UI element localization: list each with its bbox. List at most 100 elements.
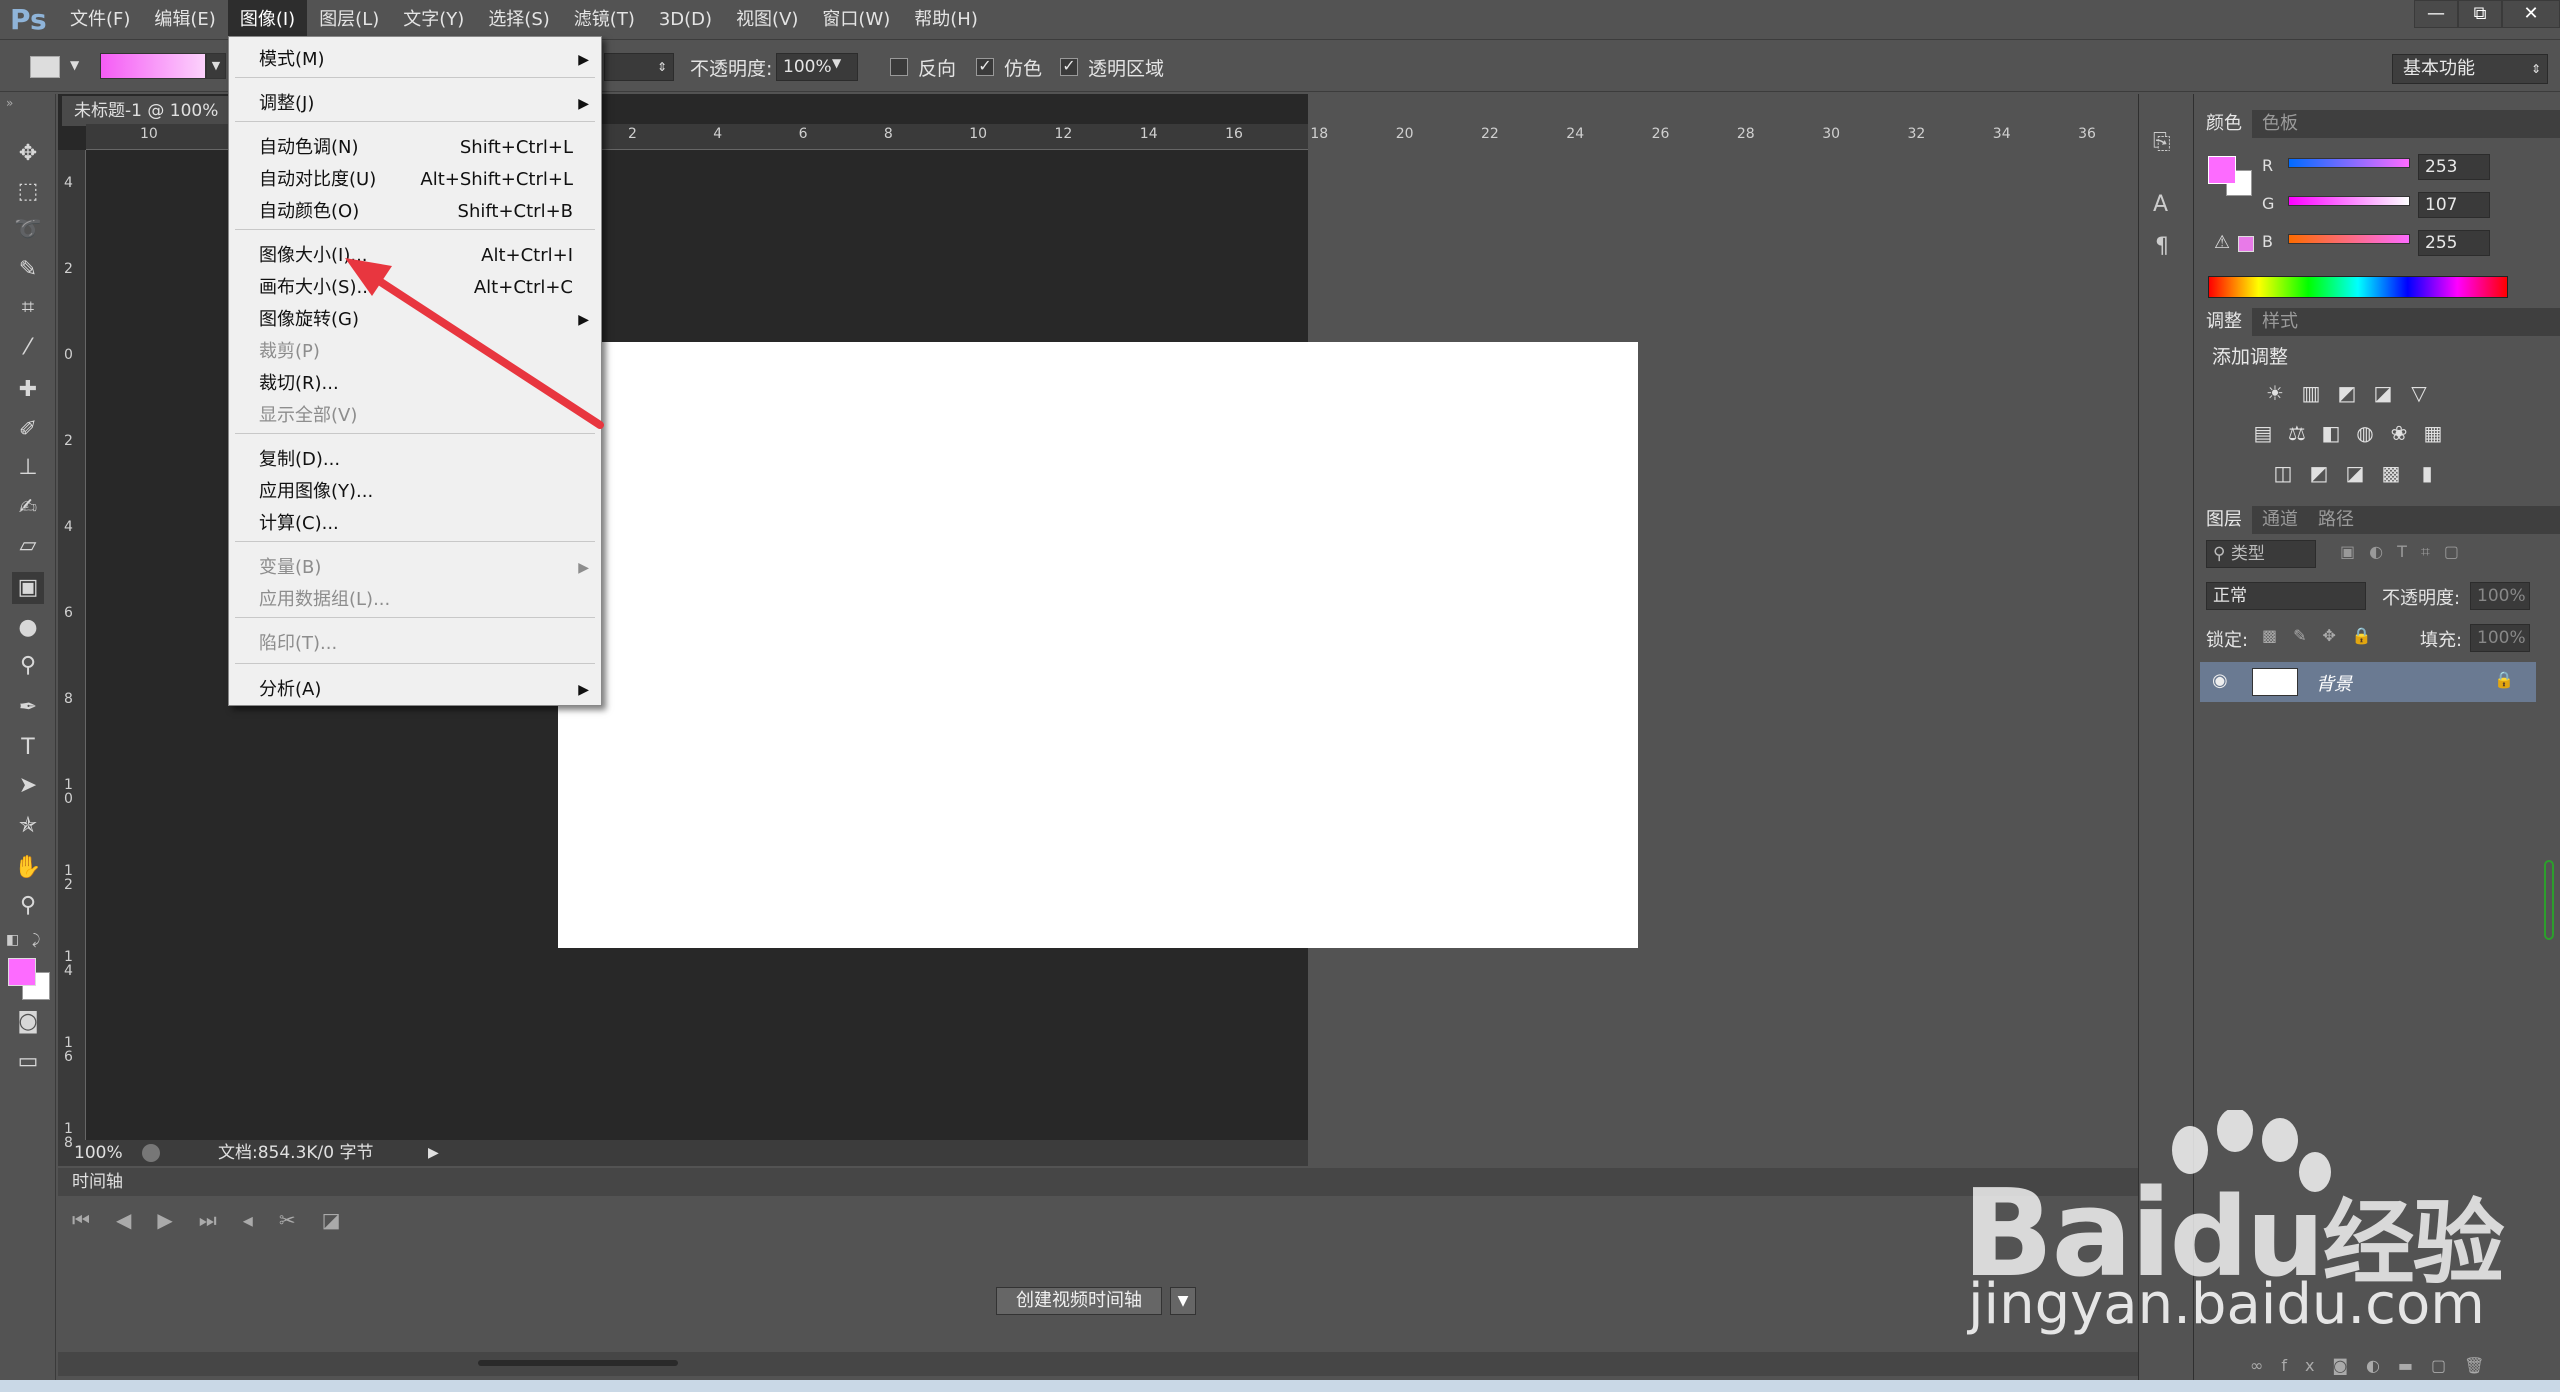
quick-mask-icon[interactable]: ◙ xyxy=(12,1006,44,1038)
zoom-slider[interactable] xyxy=(478,1360,678,1366)
selective-color-icon[interactable]: ▩ xyxy=(2378,460,2404,486)
menu-item-6[interactable]: 画布大小(S)... Alt+Ctrl+C xyxy=(229,273,601,303)
hue-saturation-icon[interactable]: ▤ xyxy=(2250,420,2276,446)
brush-tool-icon[interactable]: ✐ xyxy=(12,414,44,446)
invert-icon[interactable]: ◫ xyxy=(2270,460,2296,486)
opacity-input[interactable]: 100% xyxy=(776,53,858,81)
menu-item-2[interactable]: 自动色调(N) Shift+Ctrl+L xyxy=(229,133,601,163)
gradient-preview[interactable] xyxy=(100,53,206,79)
menu-edit[interactable]: 编辑(E) xyxy=(142,0,227,40)
tab-adjustments[interactable]: 调整 xyxy=(2196,308,2252,336)
marquee-tool-icon[interactable]: ⬚ xyxy=(12,176,44,208)
menu-filter[interactable]: 滤镜(T) xyxy=(562,0,647,40)
eraser-tool-icon[interactable]: ▱ xyxy=(12,530,44,562)
lasso-tool-icon[interactable]: ➰ xyxy=(12,214,44,246)
audio-icon[interactable]: ◂ xyxy=(243,1208,253,1232)
canvas[interactable] xyxy=(558,342,1638,948)
menu-item-7[interactable]: 图像旋转(G) ▶ xyxy=(229,305,601,335)
photo-filter-icon[interactable]: ◍ xyxy=(2352,420,2378,446)
gamut-swatch[interactable] xyxy=(2238,236,2254,252)
tab-swatches[interactable]: 色板 xyxy=(2252,110,2308,138)
fg-swatch[interactable] xyxy=(2208,156,2236,184)
workspace-select[interactable]: 基本功能 ⇕ xyxy=(2392,54,2548,84)
black-white-icon[interactable]: ◧ xyxy=(2318,420,2344,446)
default-colors-icon[interactable]: ◧ xyxy=(6,932,19,948)
menu-item-12[interactable]: 应用图像(Y)... xyxy=(229,477,601,507)
transition-icon[interactable]: ◪ xyxy=(322,1208,341,1232)
tab-styles[interactable]: 样式 xyxy=(2252,308,2308,336)
menu-item-17[interactable]: 分析(A) ▶ xyxy=(229,675,601,705)
dither-checkbox[interactable]: ✓ xyxy=(976,58,994,76)
scrollbar[interactable] xyxy=(2544,860,2554,940)
g-value[interactable]: 107 xyxy=(2418,192,2490,218)
menu-type[interactable]: 文字(Y) xyxy=(391,0,476,40)
menu-item-11[interactable]: 复制(D)... xyxy=(229,445,601,475)
levels-icon[interactable]: ▥ xyxy=(2298,380,2324,406)
menu-select[interactable]: 选择(S) xyxy=(476,0,561,40)
play-icon[interactable]: ▶ xyxy=(428,1140,439,1166)
crop-tool-icon[interactable]: ⌗ xyxy=(12,292,44,324)
menu-3d[interactable]: 3D(D) xyxy=(647,0,724,40)
layer-opacity-input[interactable]: 100% xyxy=(2470,582,2530,610)
collapse-icon[interactable]: » xyxy=(6,96,13,110)
layer-name[interactable]: 背景 xyxy=(2316,670,2352,696)
dodge-tool-icon[interactable]: ⚲ xyxy=(12,650,44,682)
stamp-tool-icon[interactable]: ⊥ xyxy=(12,452,44,484)
move-tool-icon[interactable]: ✥ xyxy=(12,138,44,170)
curves-icon[interactable]: ◩ xyxy=(2334,380,2360,406)
blur-tool-icon[interactable]: ● xyxy=(12,612,44,644)
layer-background[interactable] xyxy=(2200,662,2536,702)
lock-icon[interactable]: 🔒 xyxy=(2494,670,2514,689)
g-slider[interactable] xyxy=(2288,196,2410,206)
layer-filter-select[interactable]: ⚲ 类型 xyxy=(2206,540,2316,568)
b-value[interactable]: 255 xyxy=(2418,230,2490,256)
quick-select-icon[interactable]: ✎ xyxy=(12,254,44,286)
gradient-dropdown-icon[interactable]: ▼ xyxy=(206,53,226,79)
r-value[interactable]: 253 xyxy=(2418,154,2490,180)
prev-frame-icon[interactable]: ◀ xyxy=(116,1208,131,1232)
tab-layers[interactable]: 图层 xyxy=(2196,506,2252,534)
blend-mode-select[interactable]: 正常 xyxy=(2206,582,2366,610)
gradient-tool-icon[interactable]: ▣ xyxy=(12,572,44,604)
foreground-color-swatch[interactable] xyxy=(8,958,36,986)
exposure-icon[interactable]: ◪ xyxy=(2370,380,2396,406)
color-lookup-icon[interactable]: ▦ xyxy=(2420,420,2446,446)
create-video-timeline-button[interactable]: 创建视频时间轴 xyxy=(996,1287,1162,1315)
zoom-tool-icon[interactable]: ⚲ xyxy=(12,890,44,922)
history-icon[interactable]: ⎘ xyxy=(2153,130,2171,155)
history-brush-icon[interactable]: ✍ xyxy=(12,492,44,524)
menu-item-3[interactable]: 自动对比度(U) Alt+Shift+Ctrl+L xyxy=(229,165,601,195)
zoom-level[interactable]: 100% xyxy=(74,1140,123,1166)
menu-layer[interactable]: 图层(L) xyxy=(307,0,391,40)
swap-colors-icon[interactable]: ⤸ xyxy=(32,932,40,948)
menu-help[interactable]: 帮助(H) xyxy=(902,0,990,40)
pen-tool-icon[interactable]: ✒ xyxy=(12,692,44,724)
info-icon[interactable] xyxy=(142,1144,160,1162)
vibrance-icon[interactable]: ▽ xyxy=(2406,380,2432,406)
shape-tool-icon[interactable]: ✯ xyxy=(12,810,44,842)
mode-select[interactable]: ⇕ xyxy=(604,53,674,81)
menu-window[interactable]: 窗口(W) xyxy=(810,0,902,40)
play-icon[interactable]: ▶ xyxy=(157,1208,172,1232)
restore-button[interactable]: ⧉ xyxy=(2458,0,2502,28)
chevron-down-icon[interactable]: ▼ xyxy=(1170,1287,1196,1315)
menu-item-5[interactable]: 图像大小(I)... Alt+Ctrl+I xyxy=(229,241,601,271)
menu-image[interactable]: 图像(I) xyxy=(227,0,308,40)
first-frame-icon[interactable]: ⏮ xyxy=(72,1208,90,1232)
brightness-icon[interactable]: ☀ xyxy=(2262,380,2288,406)
menu-item-9[interactable]: 裁切(R)... xyxy=(229,369,601,399)
channel-mixer-icon[interactable]: ❀ xyxy=(2386,420,2412,446)
character-icon[interactable]: A xyxy=(2153,192,2168,217)
tab-paths[interactable]: 路径 xyxy=(2308,506,2364,534)
document-tab[interactable]: 未标题-1 @ 100% xyxy=(62,96,232,126)
tool-preset-icon[interactable] xyxy=(30,56,60,78)
layer-thumbnail[interactable] xyxy=(2252,668,2298,696)
menu-item-1[interactable]: 调整(J) ▶ xyxy=(229,89,601,119)
layer-actions[interactable]: ∞fx◙◐▬▢🗑 xyxy=(2250,1356,2502,1375)
chevron-down-icon[interactable]: ▼ xyxy=(832,56,841,70)
paragraph-icon[interactable]: ¶ xyxy=(2155,234,2169,259)
menu-item-4[interactable]: 自动颜色(O) Shift+Ctrl+B xyxy=(229,197,601,227)
healing-brush-icon[interactable]: ✚ xyxy=(12,374,44,406)
reverse-checkbox[interactable] xyxy=(890,58,908,76)
screen-mode-icon[interactable]: ▭ xyxy=(12,1046,44,1078)
